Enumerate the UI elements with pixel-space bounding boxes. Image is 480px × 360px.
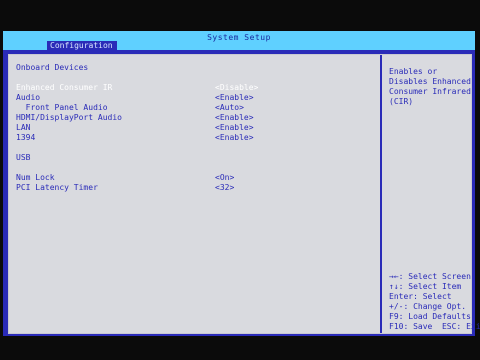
setup-panel: Onboard Devices Enhanced Consumer IR <Di… — [8, 54, 480, 334]
setting-label-num-lock[interactable]: Num Lock — [16, 173, 55, 183]
title-bar: System Setup Configuration — [3, 31, 475, 50]
help-description: Enables or Disables Enhanced Consumer In… — [389, 67, 471, 106]
setting-label-audio[interactable]: Audio — [16, 93, 40, 103]
setting-value-enhanced-consumer-ir[interactable]: <Disable> — [215, 83, 258, 93]
setting-value-hdmi-audio[interactable]: <Enable> — [215, 113, 254, 123]
setting-label-pci-latency-timer[interactable]: PCI Latency Timer — [16, 183, 98, 193]
setting-label-enhanced-consumer-ir[interactable]: Enhanced Consumer IR — [16, 83, 112, 93]
key-legend-load-defaults: F9: Load Defaults — [389, 312, 471, 321]
setting-value-audio[interactable]: <Enable> — [215, 93, 254, 103]
key-legend-enter: Enter: Select — [389, 292, 452, 301]
setting-value-pci-latency-timer[interactable]: <32> — [215, 183, 234, 193]
settings-pane: Onboard Devices Enhanced Consumer IR <Di… — [9, 55, 380, 333]
setting-value-front-panel-audio[interactable]: <Auto> — [215, 103, 244, 113]
key-legend-select-item: ↑↓: Select Item — [389, 282, 462, 291]
key-legend-select-screen: →←: Select Screen — [389, 272, 471, 281]
key-legend-save-exit: F10: Save ESC: Exit — [389, 322, 480, 331]
submenu-usb[interactable]: USB — [16, 153, 30, 163]
setting-label-1394[interactable]: 1394 — [16, 133, 35, 143]
setting-label-front-panel-audio[interactable]: Front Panel Audio — [16, 103, 108, 113]
setting-value-num-lock[interactable]: <On> — [215, 173, 234, 183]
tab-configuration[interactable]: Configuration — [47, 41, 117, 50]
setting-value-1394[interactable]: <Enable> — [215, 133, 254, 143]
setting-label-lan[interactable]: LAN — [16, 123, 30, 133]
section-title: Onboard Devices — [16, 63, 89, 72]
key-legend-change-opt: +/-: Change Opt. — [389, 302, 467, 311]
bios-screen: System Setup Configuration Onboard Devic… — [3, 31, 480, 336]
help-pane: Enables or Disables Enhanced Consumer In… — [382, 55, 480, 333]
setting-value-lan[interactable]: <Enable> — [215, 123, 254, 133]
setting-label-hdmi-audio[interactable]: HDMI/DisplayPort Audio — [16, 113, 122, 123]
